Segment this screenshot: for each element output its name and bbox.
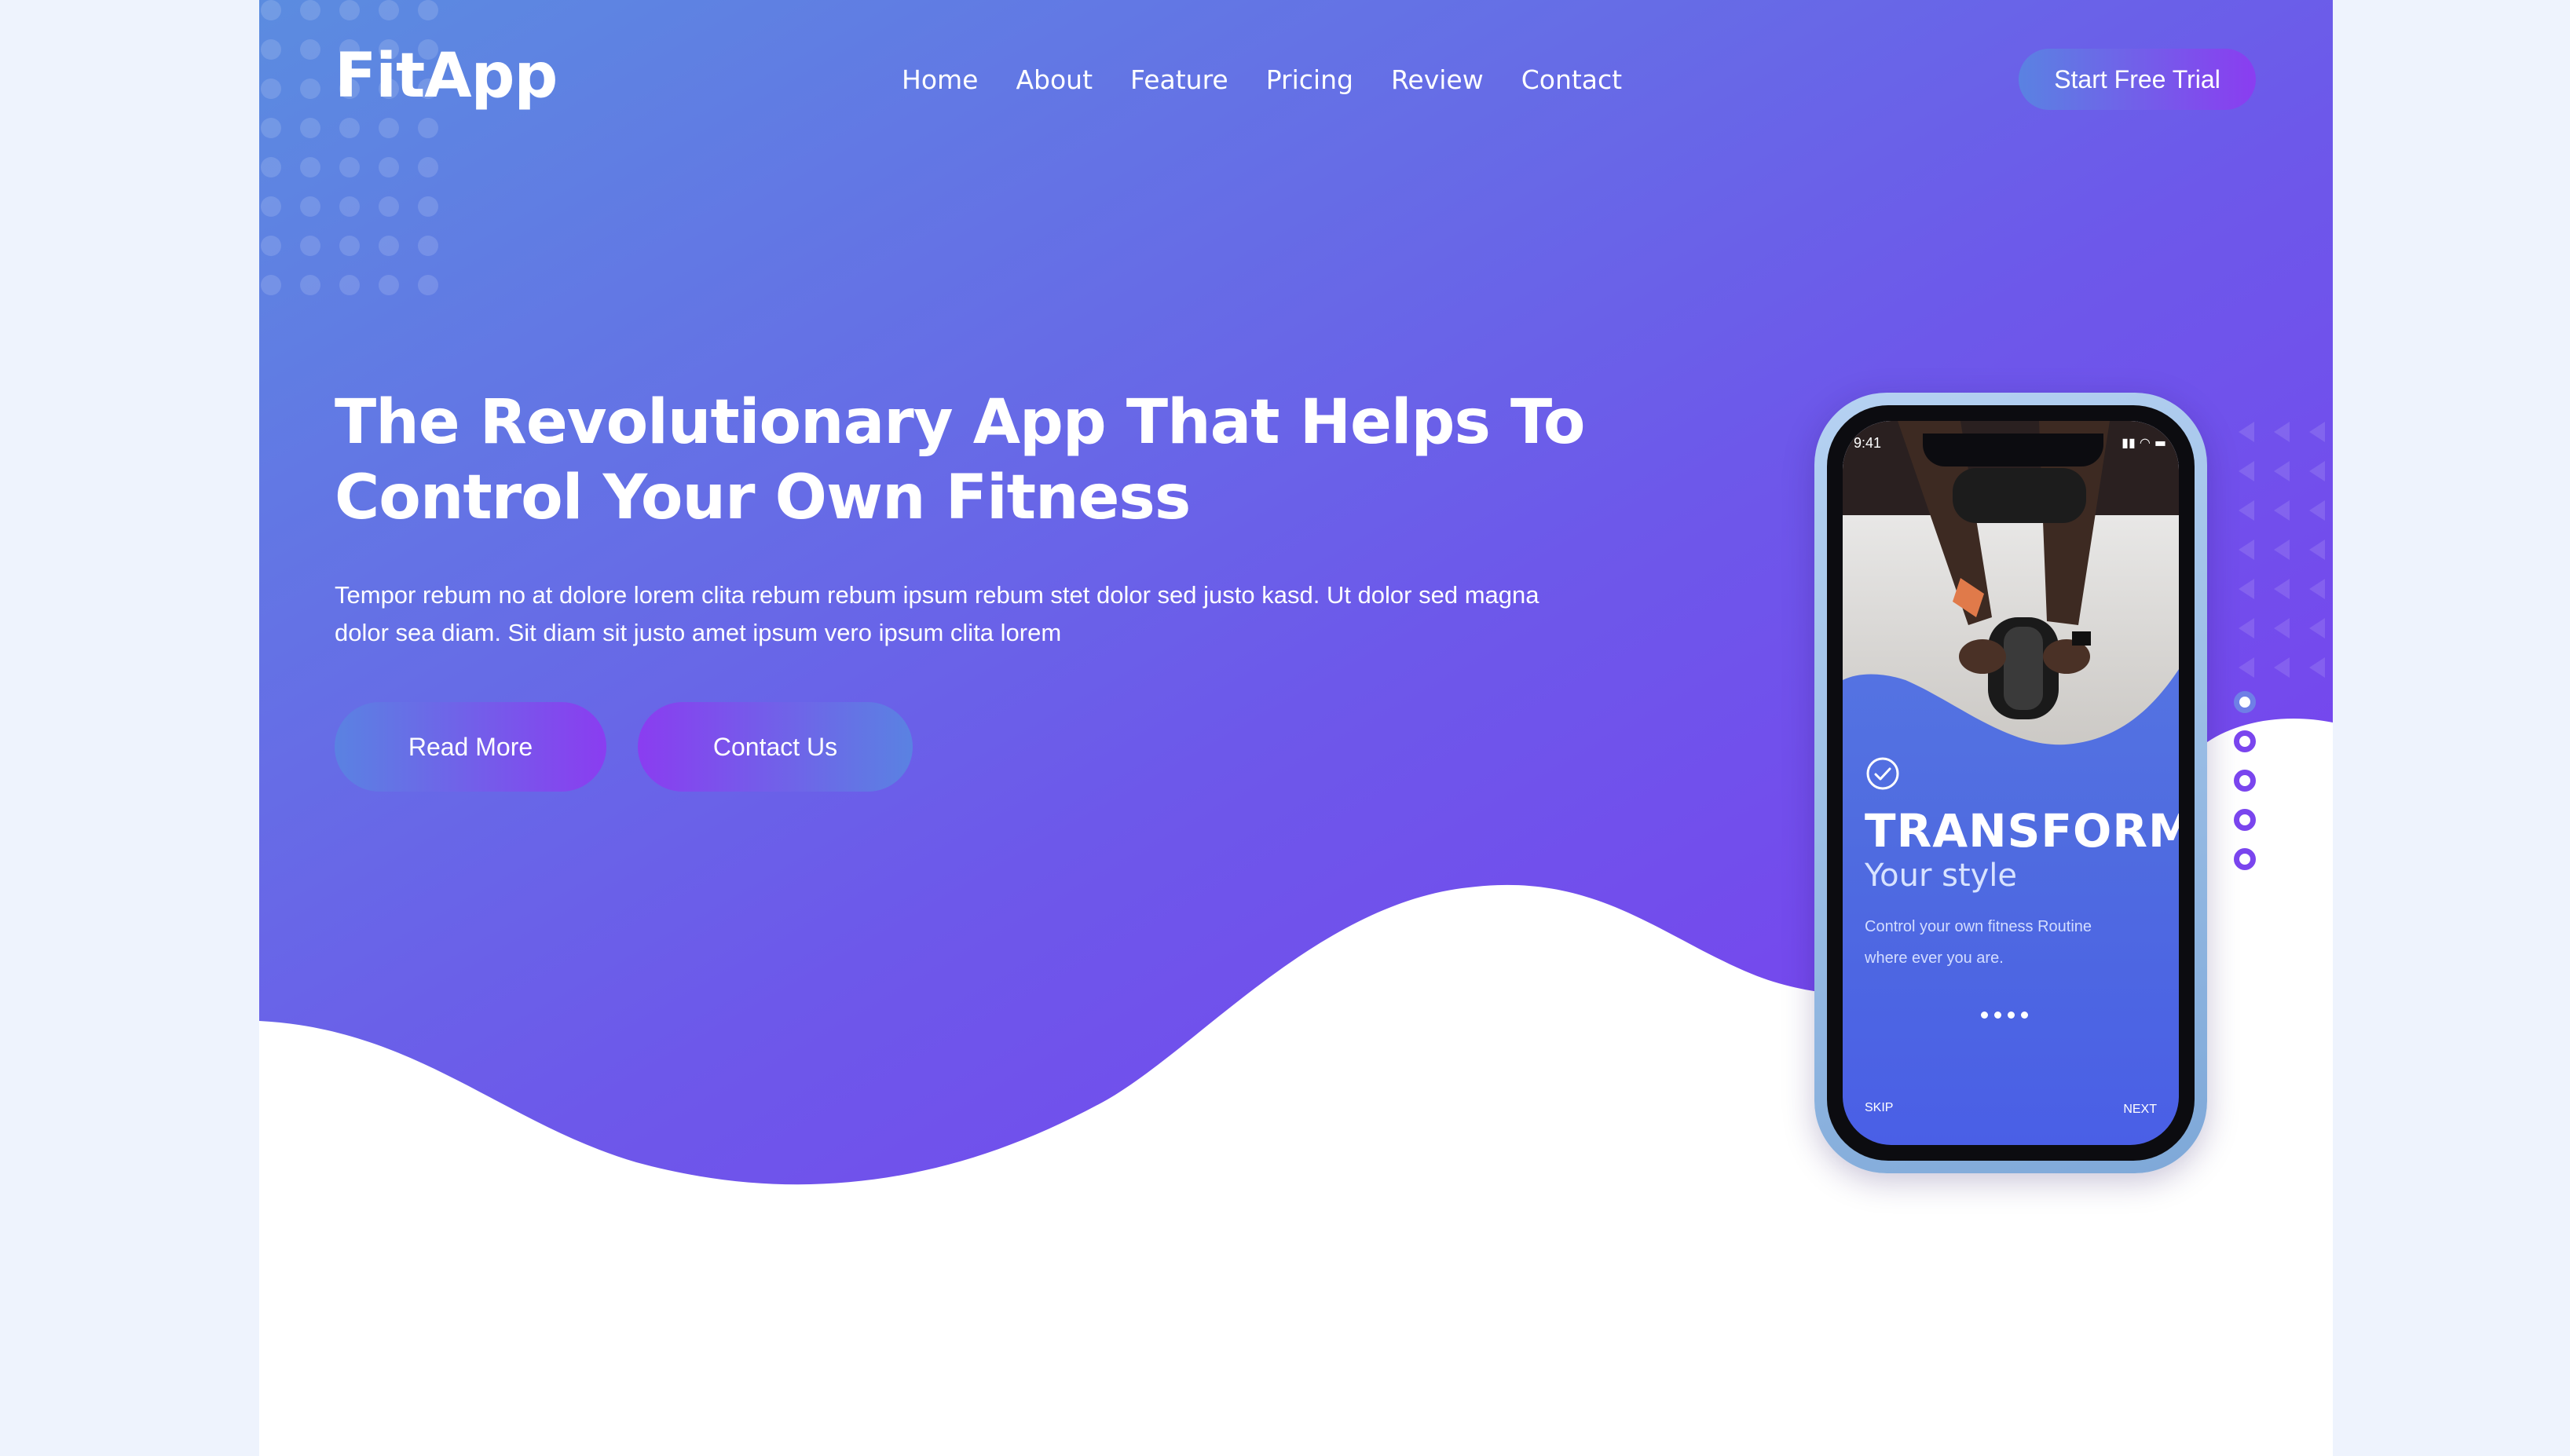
navbar: FitApp Home About Feature Pricing Review…	[259, 0, 2333, 157]
screen-page-indicator	[1981, 1012, 2028, 1019]
screen-title: TRANSFORM	[1865, 804, 2179, 858]
nav-links: Home About Feature Pricing Review Contac…	[902, 60, 1622, 99]
phone-notch	[1923, 434, 2103, 466]
phone-mockup: 9:41 ▮▮ ◠ ▬ TRANSFORM Your style Control…	[1814, 393, 2207, 1173]
hero-description-line2: dolor sea diam. Sit diam sit justo amet …	[335, 619, 1062, 646]
nav-link-contact[interactable]: Contact	[1521, 64, 1622, 95]
screen-description: Control your own fitness Routine where e…	[1865, 911, 2163, 974]
workout-photo	[1843, 421, 2179, 745]
logo[interactable]: FitApp	[335, 41, 558, 112]
page: FitApp Home About Feature Pricing Review…	[259, 0, 2333, 1456]
nav-link-feature[interactable]: Feature	[1130, 64, 1228, 95]
hero-description: Tempor rebum no at dolore lorem clita re…	[335, 576, 1623, 652]
read-more-button[interactable]: Read More	[335, 702, 606, 792]
page-dot	[2021, 1012, 2028, 1019]
screen-skip-button: SKIP	[1865, 1101, 1894, 1114]
nav-link-home[interactable]: Home	[902, 64, 978, 95]
screen-description-line2: where ever you are.	[1865, 949, 2004, 967]
status-icons: ▮▮ ◠ ▬	[2122, 435, 2166, 450]
nav-link-about[interactable]: About	[1016, 64, 1093, 95]
hero-description-line1: Tempor rebum no at dolore lorem clita re…	[335, 581, 1539, 609]
nav-link-review[interactable]: Review	[1391, 64, 1484, 95]
slider-dots	[2234, 691, 2257, 880]
slider-dot-3[interactable]	[2234, 770, 2256, 792]
phone-bezel: 9:41 ▮▮ ◠ ▬ TRANSFORM Your style Control…	[1827, 405, 2195, 1161]
decorative-triangle-pattern	[2239, 422, 2325, 678]
check-circle-icon	[1866, 757, 1899, 790]
contact-us-button[interactable]: Contact Us	[638, 702, 913, 792]
screen-next-button: NEXT	[2123, 1103, 2157, 1116]
hero-title-line2: Control Your Own Fitness	[335, 463, 1191, 533]
screen-subtitle: Your style	[1865, 858, 2018, 894]
page-dot	[1994, 1012, 2001, 1019]
screen-description-line1: Control your own fitness Routine	[1865, 918, 2092, 935]
slider-dot-5[interactable]	[2234, 848, 2256, 870]
start-free-trial-button[interactable]: Start Free Trial	[2019, 49, 2256, 110]
status-time: 9:41	[1854, 435, 1882, 451]
nav-link-pricing[interactable]: Pricing	[1266, 64, 1353, 95]
hero-title-line1: The Revolutionary App That Helps To	[335, 387, 1585, 458]
slider-dot-4[interactable]	[2234, 809, 2256, 831]
page-dot	[2008, 1012, 2015, 1019]
phone-screen: 9:41 ▮▮ ◠ ▬ TRANSFORM Your style Control…	[1843, 421, 2179, 1145]
hero-title: The Revolutionary App That Helps To Cont…	[335, 385, 1670, 536]
slider-dot-2[interactable]	[2234, 730, 2256, 752]
slider-dot-1[interactable]	[2234, 691, 2256, 713]
page-dot	[1981, 1012, 1988, 1019]
